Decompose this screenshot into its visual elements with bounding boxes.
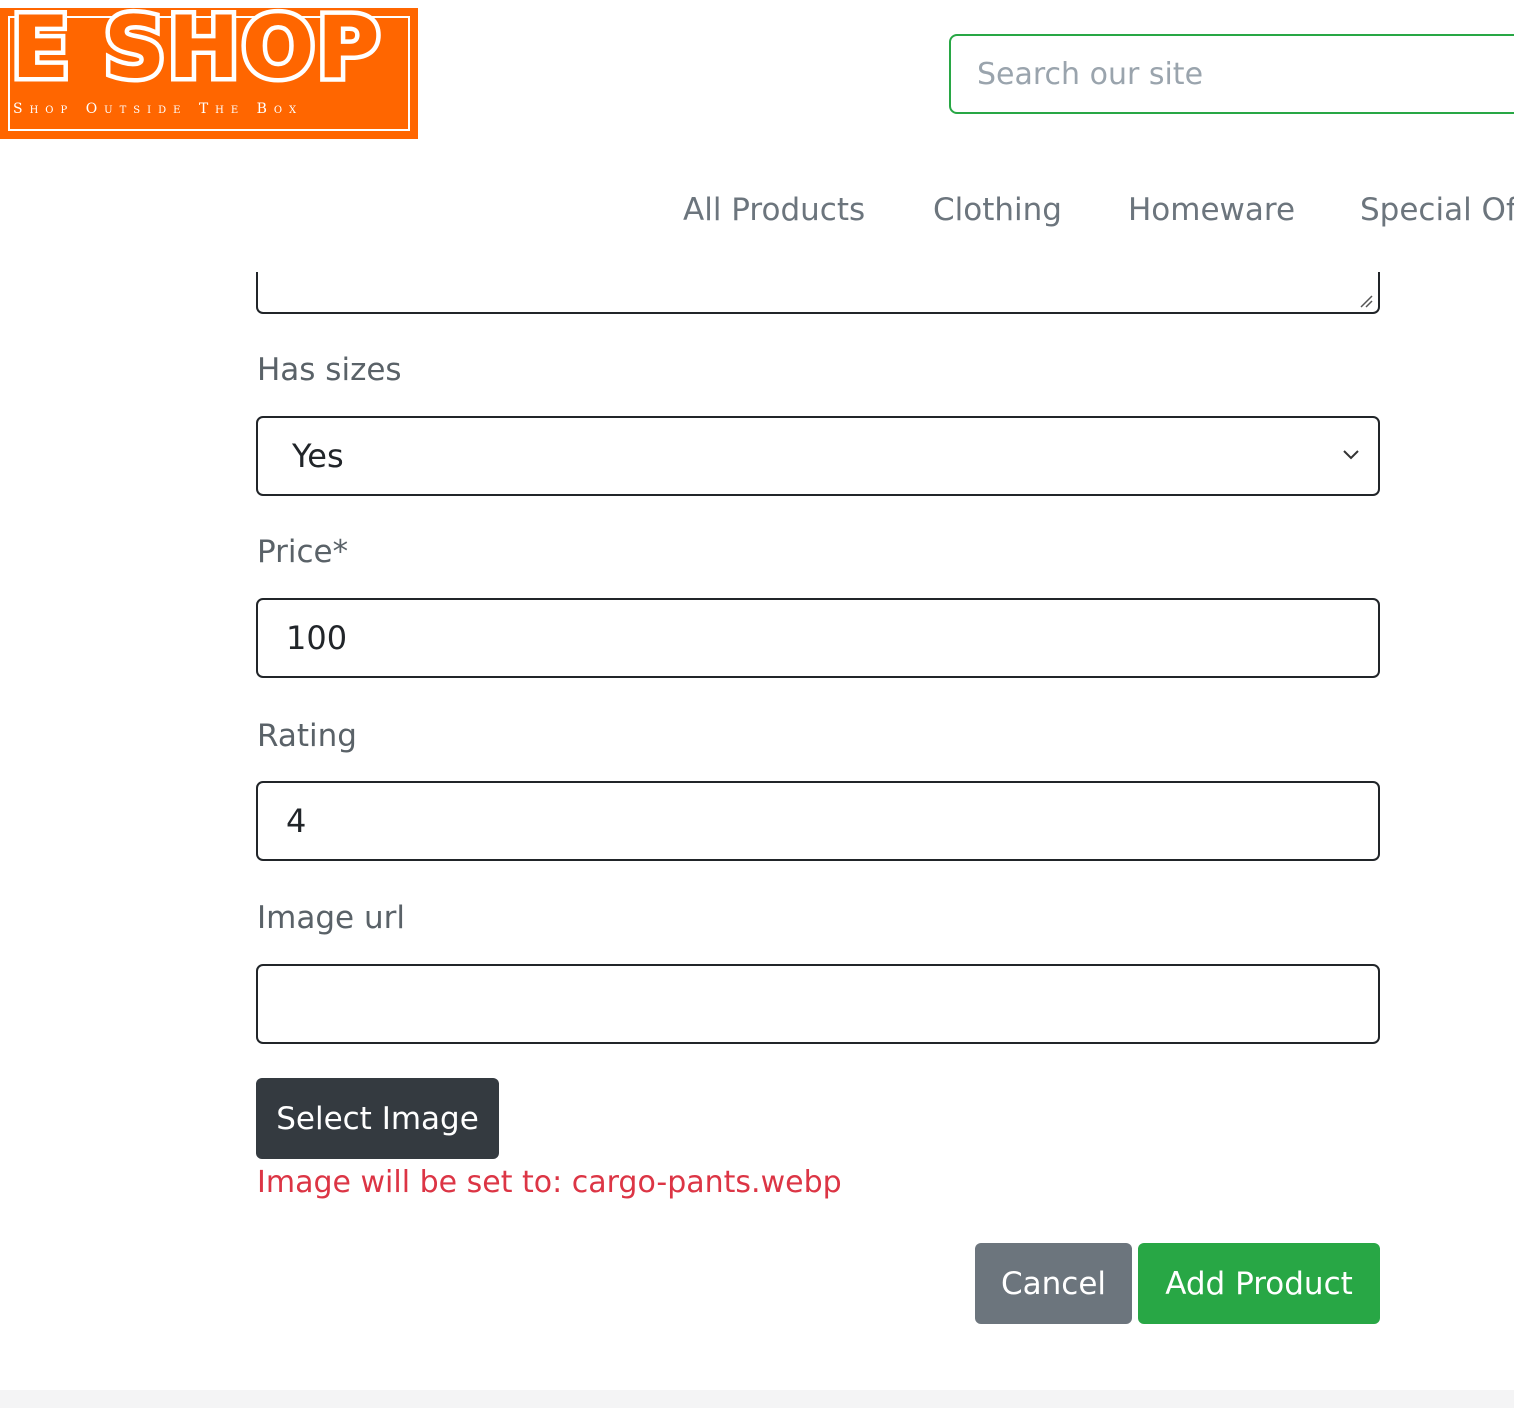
resize-grip-icon[interactable]: [1359, 294, 1373, 308]
image-status-message: Image will be set to: cargo-pants.webp: [257, 1165, 842, 1200]
nav-homeware[interactable]: Homeware: [1128, 192, 1295, 228]
logo-tagline: Shop Outside The Box: [13, 101, 304, 117]
nav-clothing[interactable]: Clothing: [933, 192, 1062, 228]
price-input[interactable]: [256, 598, 1380, 678]
rating-label: Rating: [257, 718, 357, 754]
image-url-input[interactable]: [256, 964, 1380, 1044]
image-url-label: Image url: [257, 900, 405, 936]
chevron-down-icon: [1343, 450, 1359, 460]
has-sizes-value: Yes: [292, 437, 344, 475]
search-input[interactable]: [949, 34, 1514, 114]
footer: [0, 1390, 1514, 1408]
add-product-button[interactable]: Add Product: [1138, 1243, 1380, 1324]
nav-all-products[interactable]: All Products: [683, 192, 865, 228]
description-textarea[interactable]: [256, 272, 1380, 314]
rating-input[interactable]: [256, 781, 1380, 861]
has-sizes-select[interactable]: Yes: [256, 416, 1380, 496]
has-sizes-label: Has sizes: [257, 352, 402, 388]
cancel-button[interactable]: Cancel: [975, 1243, 1132, 1324]
logo-title: E SHOP: [7, 0, 385, 98]
price-label: Price*: [257, 534, 349, 570]
nav-special-offers[interactable]: Special Offers: [1360, 192, 1514, 228]
select-image-button[interactable]: Select Image: [256, 1078, 499, 1159]
site-logo[interactable]: E SHOP Shop Outside The Box: [0, 0, 418, 139]
